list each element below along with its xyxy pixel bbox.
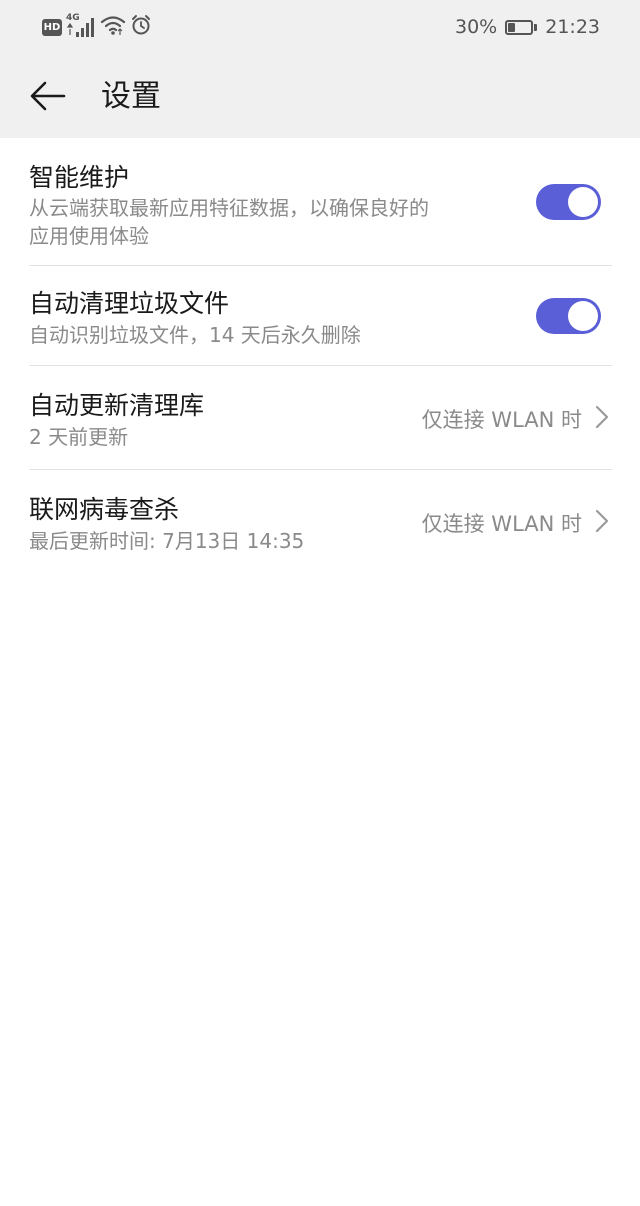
settings-list: 智能维护 从云端获取最新应用特征数据，以确保良好的 应用使用体验 自动清理垃圾文… — [0, 138, 640, 574]
smart-maintenance-toggle[interactable] — [536, 184, 601, 220]
battery-percent: 30% — [455, 16, 498, 38]
battery-icon — [505, 19, 538, 35]
top-bar: HD 4G 30% 21:23 设置 — [0, 0, 640, 138]
setting-value: 仅连接 WLAN 时 — [421, 408, 582, 432]
app-header: 设置 — [0, 54, 640, 138]
status-icons-right: 30% 21:23 — [455, 12, 600, 42]
setting-subtitle-line1: 从云端获取最新应用特征数据，以确保良好的 — [29, 196, 429, 220]
clock-time: 21:23 — [545, 16, 600, 38]
toggle-knob — [568, 187, 598, 217]
status-icons-left: HD 4G — [42, 13, 152, 40]
setting-subtitle-line2: 应用使用体验 — [29, 224, 149, 248]
back-button[interactable] — [26, 76, 70, 116]
setting-title: 智能维护 — [29, 163, 130, 192]
cellular-signal-icon: 4G — [66, 13, 96, 39]
chevron-right-icon — [595, 509, 609, 533]
setting-auto-clean-junk[interactable]: 自动清理垃圾文件 自动识别垃圾文件，14 天后永久删除 — [29, 266, 612, 366]
setting-subtitle: 2 天前更新 — [29, 425, 129, 449]
page-title: 设置 — [101, 79, 161, 114]
toggle-knob — [568, 301, 598, 331]
setting-title: 联网病毒查杀 — [29, 495, 180, 524]
alarm-clock-icon — [130, 14, 152, 40]
setting-auto-update-library[interactable]: 自动更新清理库 2 天前更新 仅连接 WLAN 时 — [29, 366, 612, 470]
battery-level-fill — [508, 22, 516, 32]
chevron-right-icon — [595, 405, 609, 429]
status-bar: HD 4G 30% 21:23 — [0, 0, 640, 54]
setting-smart-maintenance[interactable]: 智能维护 从云端获取最新应用特征数据，以确保良好的 应用使用体验 — [29, 138, 612, 266]
setting-subtitle: 自动识别垃圾文件，14 天后永久删除 — [29, 323, 361, 347]
setting-title: 自动清理垃圾文件 — [29, 289, 230, 318]
hd-badge: HD — [42, 18, 62, 36]
setting-subtitle: 最后更新时间: 7月13日 14:35 — [29, 529, 305, 553]
network-type-label: 4G — [66, 13, 80, 23]
wifi-icon — [100, 14, 126, 40]
setting-title: 自动更新清理库 — [29, 391, 205, 420]
setting-online-virus-scan[interactable]: 联网病毒查杀 最后更新时间: 7月13日 14:35 仅连接 WLAN 时 — [29, 470, 612, 574]
setting-value: 仅连接 WLAN 时 — [421, 512, 582, 536]
back-arrow-icon — [30, 81, 66, 111]
auto-clean-junk-toggle[interactable] — [536, 298, 601, 334]
